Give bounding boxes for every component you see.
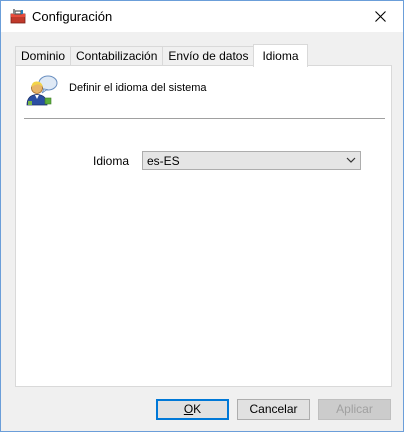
title-bar[interactable]: Configuración: [1, 1, 403, 32]
tab-idioma[interactable]: Idioma: [253, 44, 308, 67]
close-button[interactable]: [357, 1, 403, 32]
language-select[interactable]: es-ES: [142, 151, 361, 170]
ok-label-rest: K: [193, 402, 202, 416]
tab-envio-de-datos[interactable]: Envío de datos: [162, 46, 255, 66]
config-dialog: Configuración Dominio Contabilización En…: [0, 0, 404, 432]
apply-button[interactable]: Aplicar: [318, 399, 391, 420]
panel-header-text: Definir el idioma del sistema: [69, 82, 207, 94]
chevron-down-icon: [346, 157, 356, 163]
window-title: Configuración: [32, 9, 113, 24]
header-separator: [24, 118, 385, 120]
tab-dominio[interactable]: Dominio: [15, 46, 72, 66]
tab-contabilizacion[interactable]: Contabilización: [70, 46, 164, 66]
ok-mnemonic: O: [183, 402, 194, 416]
close-icon: [374, 11, 386, 22]
ok-button[interactable]: OK: [156, 399, 229, 420]
cancel-button[interactable]: Cancelar: [237, 399, 310, 420]
user-language-icon: [24, 74, 58, 106]
language-label: Idioma: [93, 154, 130, 168]
toolbox-app-icon: [10, 8, 26, 24]
idioma-panel: Definir el idioma del sistema Idioma es-…: [15, 65, 392, 387]
tab-strip: Dominio Contabilización Envío de datos I…: [15, 44, 308, 67]
language-select-value: es-ES: [147, 154, 180, 168]
